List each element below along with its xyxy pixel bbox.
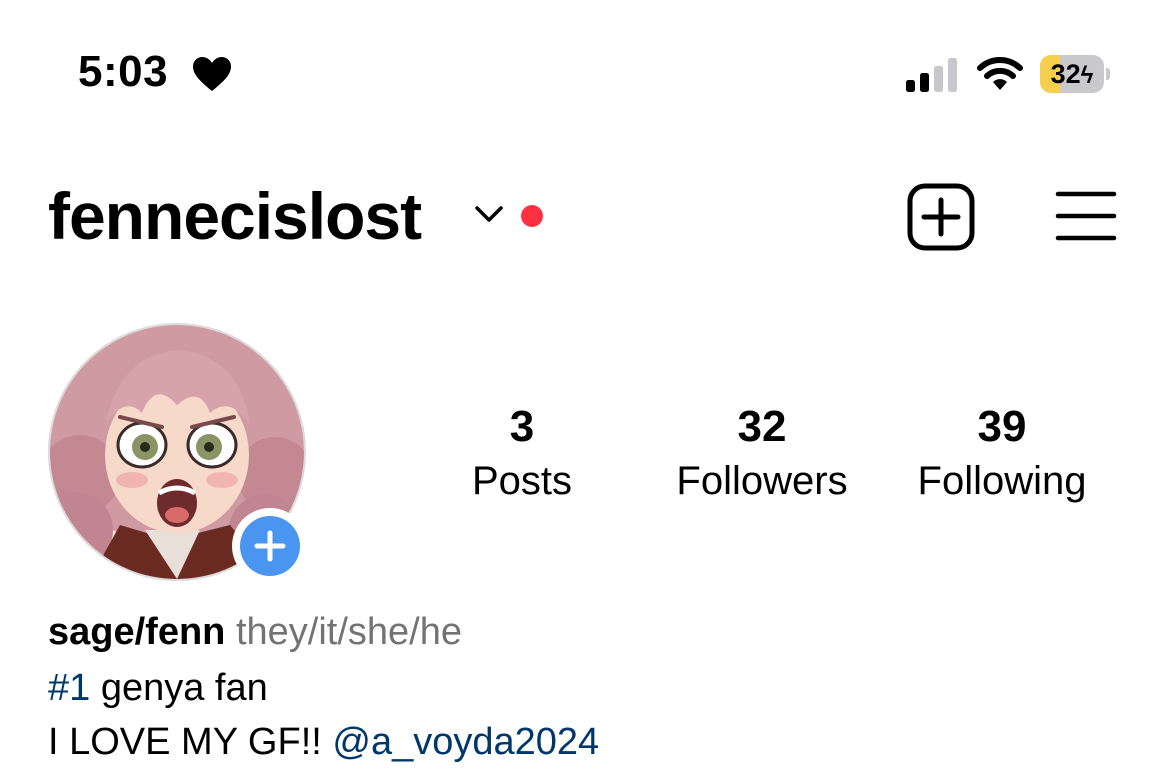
cellular-signal-icon bbox=[906, 58, 957, 92]
followers-label: Followers bbox=[676, 459, 848, 503]
bio-line-2: I LOVE MY GF!! @a_voyda2024 bbox=[48, 723, 599, 761]
followers-count[interactable]: 32 Followers bbox=[652, 400, 872, 508]
bio-line-1: #1 genya fan bbox=[48, 669, 268, 707]
battery-level: 32ϟ bbox=[1050, 59, 1094, 89]
followers-value: 32 bbox=[737, 402, 787, 451]
add-story-button[interactable] bbox=[232, 508, 308, 584]
bio-text-2: I LOVE MY GF!! bbox=[48, 721, 333, 763]
battery-indicator: 32ϟ bbox=[1040, 55, 1110, 93]
posts-count[interactable]: 3 Posts bbox=[442, 400, 602, 508]
add-story-background bbox=[240, 516, 300, 576]
following-count[interactable]: 39 Following bbox=[892, 400, 1112, 508]
hashtag-link[interactable]: #1 bbox=[48, 667, 90, 709]
display-name: sage/fenn bbox=[48, 611, 226, 653]
pronouns: they/it/she/he bbox=[235, 611, 462, 653]
menu-icon[interactable] bbox=[1055, 190, 1117, 242]
following-label: Following bbox=[917, 459, 1087, 503]
plus-icon bbox=[254, 530, 286, 562]
posts-label: Posts bbox=[471, 459, 573, 503]
posts-value: 3 bbox=[509, 402, 535, 451]
following-value: 39 bbox=[977, 402, 1027, 451]
bio-name-line: sage/fenn they/it/she/he bbox=[48, 613, 462, 651]
bio-text-1: genya fan bbox=[90, 667, 268, 709]
chevron-down-icon[interactable] bbox=[474, 204, 504, 224]
wifi-icon bbox=[977, 57, 1023, 90]
charging-bolt-icon: ϟ bbox=[1080, 62, 1094, 89]
new-post-icon[interactable] bbox=[907, 183, 975, 251]
mention-link[interactable]: @a_voyda2024 bbox=[332, 721, 599, 763]
notification-dot bbox=[521, 205, 543, 227]
profile-username[interactable]: fennecislost bbox=[48, 183, 422, 249]
status-time: 5:03 bbox=[78, 47, 169, 96]
heart-icon bbox=[193, 57, 231, 91]
